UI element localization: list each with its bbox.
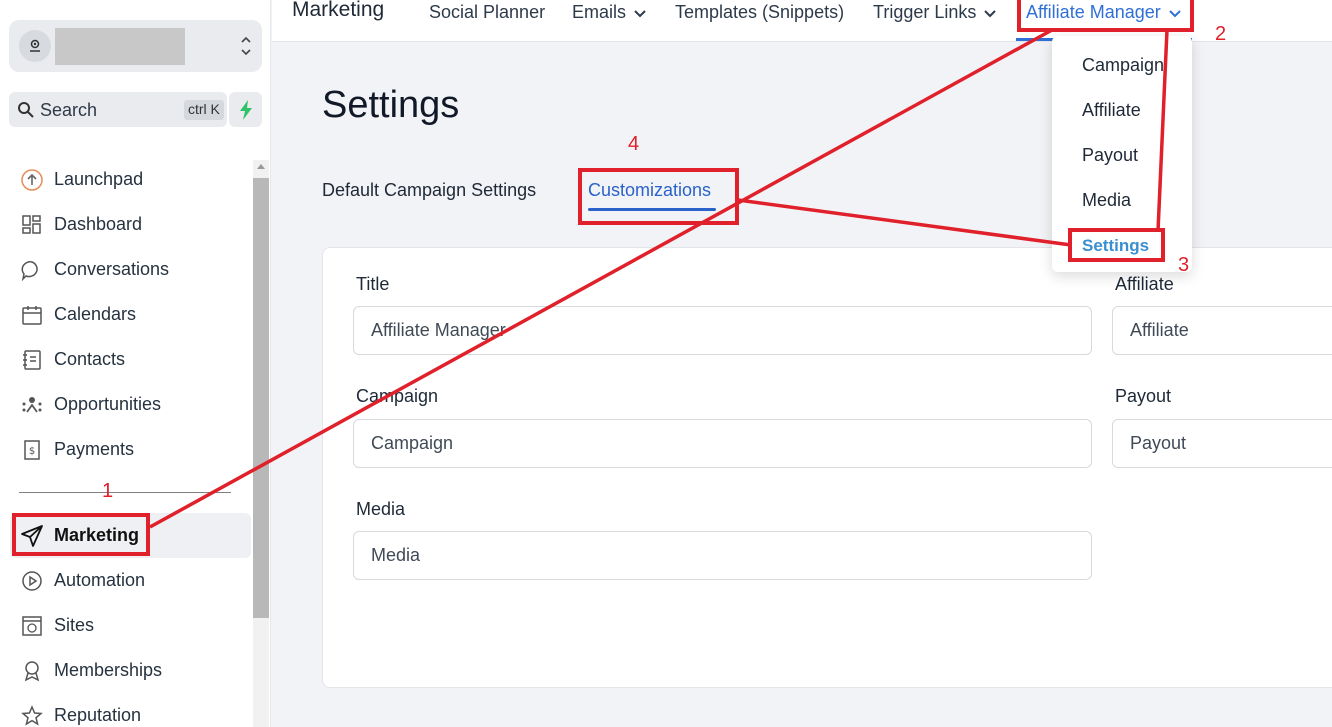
contacts-icon <box>19 347 45 373</box>
affiliate-field-label: Affiliate <box>1115 274 1174 294</box>
chevron-down-icon <box>634 2 646 23</box>
search-label: Search <box>40 100 98 120</box>
payout-field-label: Payout <box>1115 386 1172 406</box>
search-icon <box>17 101 35 124</box>
sites-icon <box>19 613 45 639</box>
payments-icon: $ <box>19 437 45 463</box>
tab-label: Emails <box>572 2 627 22</box>
sidebar-item-automation[interactable]: Automation <box>10 558 251 603</box>
tab-label: Social Planner <box>429 2 546 22</box>
media-input[interactable]: Media <box>353 531 1092 580</box>
chat-icon <box>19 257 45 283</box>
badge-icon <box>19 658 45 684</box>
tab-default-campaign-settings[interactable]: Default Campaign Settings <box>322 180 536 201</box>
location-pin-icon <box>19 30 51 62</box>
sidebar-item-label: Sites <box>54 615 95 635</box>
annotation-number-2: 2 <box>1215 23 1227 45</box>
annotation-number-1: 1 <box>102 480 114 502</box>
sidebar-search[interactable]: Search ctrl K <box>9 92 227 127</box>
dropdown-item-media[interactable]: Media <box>1082 190 1131 211</box>
sidebar-item-launchpad[interactable]: Launchpad <box>10 157 251 202</box>
sidebar-item-conversations[interactable]: Conversations <box>10 247 251 292</box>
sidebar-nav: Launchpad Dashboard Conversations Calend… <box>10 157 251 472</box>
annotation-box-settings <box>1068 228 1165 262</box>
affiliate-input[interactable]: Affiliate <box>1112 306 1332 355</box>
sidebar-item-opportunities[interactable]: Opportunities <box>10 382 251 427</box>
sidebar-item-label: Contacts <box>54 349 126 369</box>
sidebar-item-label: Conversations <box>54 259 170 279</box>
section-title: Marketing <box>292 0 385 21</box>
annotation-line <box>737 198 1072 247</box>
tab-label: Trigger Links <box>873 2 977 22</box>
campaign-input[interactable]: Campaign <box>353 419 1092 468</box>
dropdown-item-payout[interactable]: Payout <box>1082 145 1138 166</box>
sidebar-item-reputation[interactable]: Reputation <box>10 693 251 727</box>
title-input[interactable]: Affiliate Manager <box>353 306 1092 355</box>
tab-templates[interactable]: Templates (Snippets) <box>675 2 844 23</box>
sidebar-scrollbar-thumb[interactable] <box>253 178 269 618</box>
sidebar-item-label: Memberships <box>54 660 163 680</box>
campaign-field-label: Campaign <box>356 386 439 406</box>
customizations-card: Title Affiliate Manager Affiliate Affili… <box>322 247 1332 688</box>
sidebar-item-label: Dashboard <box>54 214 143 234</box>
sidebar-item-label: Opportunities <box>54 394 162 414</box>
sidebar-item-label: Automation <box>54 570 146 590</box>
chevron-updown-icon <box>240 33 252 59</box>
sidebar-item-sites[interactable]: Sites <box>10 603 251 648</box>
automation-icon <box>19 568 45 594</box>
quick-actions-button[interactable] <box>229 92 262 127</box>
location-switcher[interactable] <box>9 20 262 72</box>
sidebar-item-label: Launchpad <box>54 169 144 189</box>
tab-emails[interactable]: Emails <box>572 2 646 23</box>
chevron-down-icon <box>984 2 997 23</box>
sidebar-item-label: Reputation <box>54 705 142 725</box>
sidebar-item-memberships[interactable]: Memberships <box>10 648 251 693</box>
annotation-number-4: 4 <box>628 133 640 155</box>
annotation-box-marketing <box>12 513 150 556</box>
tab-label: Templates (Snippets) <box>675 2 845 22</box>
launchpad-icon <box>19 167 45 193</box>
payout-input[interactable]: Payout <box>1112 419 1332 468</box>
annotation-box-affiliate-manager <box>1017 0 1194 32</box>
svg-text:$: $ <box>29 446 35 457</box>
scroll-up-arrow-icon[interactable] <box>257 164 265 169</box>
tab-social-planner[interactable]: Social Planner <box>429 2 545 23</box>
dropdown-item-campaign[interactable]: Campaign <box>1082 55 1164 76</box>
sidebar-item-label: Calendars <box>54 304 137 324</box>
annotation-box-customizations <box>578 168 739 225</box>
sidebar-divider <box>19 492 231 493</box>
location-name-redacted <box>55 28 185 65</box>
star-icon <box>19 703 45 727</box>
page-title: Settings <box>322 84 460 126</box>
opportunities-icon <box>19 392 45 418</box>
sidebar-item-payments[interactable]: $ Payments <box>10 427 251 472</box>
bolt-icon <box>239 99 252 120</box>
search-shortcut-badge: ctrl K <box>184 100 224 120</box>
media-field-label: Media <box>356 499 406 519</box>
sidebar-item-calendars[interactable]: Calendars <box>10 292 251 337</box>
dropdown-item-affiliate[interactable]: Affiliate <box>1082 100 1141 121</box>
sidebar: Search ctrl K Launchpad Dashboard Conver… <box>0 0 271 727</box>
tab-trigger-links[interactable]: Trigger Links <box>873 2 997 23</box>
title-field-label: Title <box>356 274 390 294</box>
annotation-number-3: 3 <box>1178 254 1190 276</box>
sidebar-item-label: Payments <box>54 439 135 459</box>
dashboard-icon <box>19 212 45 238</box>
calendar-icon <box>19 302 45 328</box>
sidebar-item-dashboard[interactable]: Dashboard <box>10 202 251 247</box>
sidebar-item-contacts[interactable]: Contacts <box>10 337 251 382</box>
